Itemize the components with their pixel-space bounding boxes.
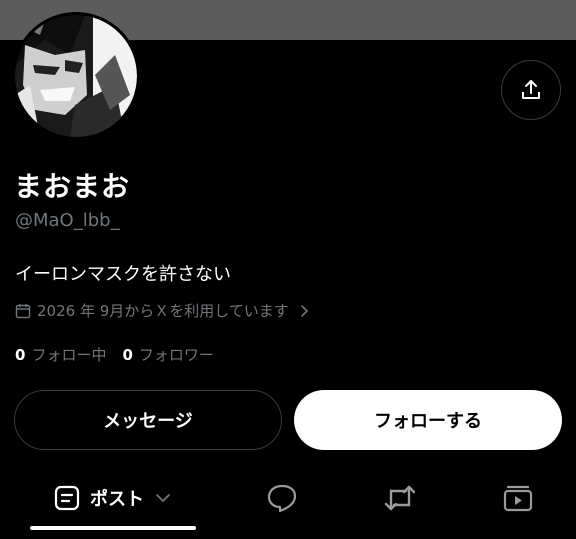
share-icon bbox=[522, 80, 540, 99]
tab-posts[interactable]: ポスト bbox=[28, 468, 198, 528]
chevron-right-icon bbox=[301, 304, 308, 317]
display-name: まおまお bbox=[14, 170, 131, 203]
followers-count: 0 bbox=[122, 346, 133, 364]
tab-replies[interactable] bbox=[252, 468, 312, 528]
bio: イーロンマスクを許さない bbox=[15, 264, 231, 285]
avatar-image bbox=[15, 15, 137, 137]
following-count: 0 bbox=[15, 346, 26, 364]
handle: @MaO_lbb_ bbox=[15, 210, 120, 231]
joined-text: 2026 年 9月からＸを利用しています bbox=[37, 302, 289, 320]
posts-icon bbox=[54, 485, 80, 511]
avatar[interactable] bbox=[12, 12, 140, 140]
tab-reposts[interactable] bbox=[370, 468, 430, 528]
active-tab-indicator bbox=[30, 526, 196, 530]
joined-date[interactable]: 2026 年 9月からＸを利用しています bbox=[15, 300, 309, 321]
follow-stats: 0 フォロー中 0 フォロワー bbox=[15, 344, 214, 365]
tab-posts-label: ポスト bbox=[90, 489, 144, 510]
followers-link[interactable]: 0 フォロワー bbox=[122, 344, 213, 365]
reply-icon bbox=[267, 484, 297, 513]
followers-label: フォロワー bbox=[138, 346, 214, 364]
repost-icon bbox=[384, 485, 416, 511]
chevron-down-icon[interactable] bbox=[154, 492, 172, 504]
following-label: フォロー中 bbox=[31, 346, 107, 364]
profile-tabs: ポスト bbox=[0, 468, 576, 530]
message-button[interactable]: メッセージ bbox=[14, 390, 282, 450]
calendar-icon bbox=[15, 303, 31, 318]
tab-videos[interactable] bbox=[488, 468, 548, 528]
share-button[interactable] bbox=[501, 60, 561, 120]
following-link[interactable]: 0 フォロー中 bbox=[15, 344, 106, 365]
follow-button[interactable]: フォローする bbox=[294, 390, 562, 450]
video-icon bbox=[503, 485, 533, 512]
